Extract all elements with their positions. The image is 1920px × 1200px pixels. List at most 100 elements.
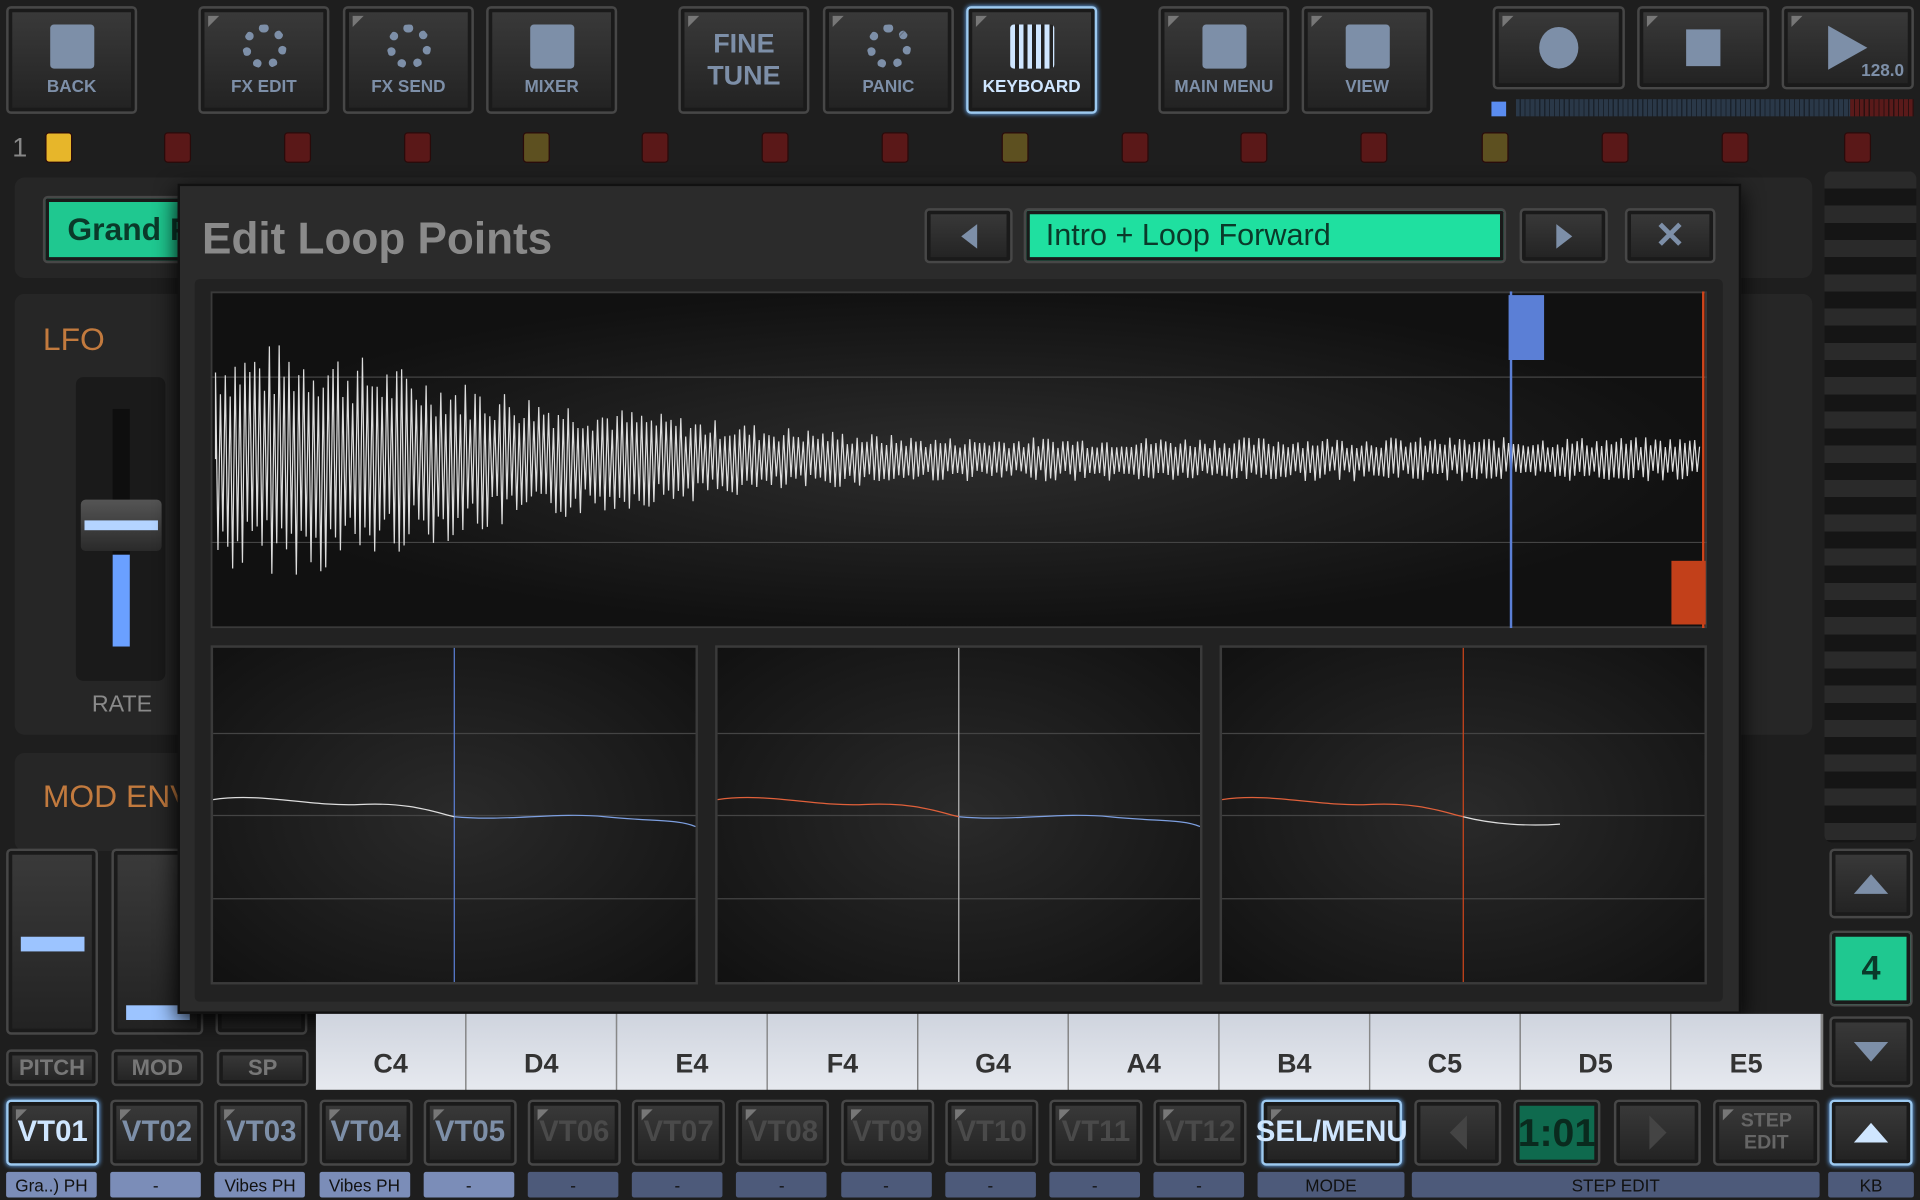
record-button[interactable] bbox=[1492, 6, 1625, 90]
piano-key-d4[interactable]: D4 bbox=[466, 1013, 618, 1090]
view-label: VIEW bbox=[1345, 75, 1390, 96]
track-mute-12[interactable] bbox=[1360, 132, 1388, 163]
track-mute-7[interactable] bbox=[761, 132, 789, 163]
loop-mode-select[interactable]: Intro + Loop Forward bbox=[1023, 208, 1507, 264]
voice-vt07-button[interactable]: VT07 bbox=[632, 1099, 726, 1166]
loop-end-zoom[interactable] bbox=[1219, 645, 1707, 985]
wheel-label: MOD bbox=[131, 1054, 184, 1080]
octave-down-button[interactable] bbox=[1829, 1016, 1913, 1088]
close-button[interactable]: ✕ bbox=[1624, 208, 1716, 264]
stop-icon bbox=[1686, 29, 1721, 67]
kb-tag: KB bbox=[1828, 1171, 1914, 1198]
pitch-wheel[interactable] bbox=[6, 848, 98, 1035]
track-mute-6[interactable] bbox=[641, 132, 669, 163]
loop-end-handle[interactable] bbox=[1671, 560, 1706, 625]
fine-tune-button[interactable]: FINE TUNE bbox=[678, 6, 810, 114]
next-step-button[interactable] bbox=[1613, 1099, 1701, 1166]
piano-key-g4[interactable]: G4 bbox=[918, 1013, 1069, 1090]
kb-toggle-button[interactable] bbox=[1829, 1099, 1913, 1166]
triangle-right-icon bbox=[1648, 1115, 1666, 1150]
step-edit-button[interactable]: STEP EDIT bbox=[1713, 1099, 1820, 1166]
octave-up-button[interactable] bbox=[1829, 848, 1913, 919]
piano-key-c5[interactable]: C5 bbox=[1370, 1013, 1521, 1090]
track-mute-16[interactable] bbox=[1844, 132, 1872, 163]
step-edit-tag: STEP EDIT bbox=[1411, 1171, 1820, 1198]
key-label: F4 bbox=[826, 1048, 859, 1079]
loop-start-zoom[interactable] bbox=[210, 645, 698, 985]
sel-menu-button[interactable]: SEL/MENU bbox=[1256, 1099, 1408, 1166]
piano-key-e4[interactable]: E4 bbox=[617, 1013, 768, 1090]
pitch-label-button[interactable]: PITCH bbox=[6, 1049, 98, 1087]
piano-key-e5[interactable]: E5 bbox=[1671, 1013, 1823, 1090]
track-mute-14[interactable] bbox=[1601, 132, 1629, 163]
track-mute-1[interactable] bbox=[45, 132, 73, 163]
loop-crossfade-zoom[interactable] bbox=[715, 645, 1203, 985]
track-mute-8[interactable] bbox=[881, 132, 909, 163]
track-mute-3[interactable] bbox=[284, 132, 312, 163]
voice-vt04-button[interactable]: VT04 bbox=[319, 1099, 413, 1166]
fx-edit-button[interactable]: FX EDIT bbox=[198, 6, 330, 114]
key-label: D4 bbox=[524, 1048, 559, 1079]
loop-mode-value: Intro + Loop Forward bbox=[1045, 217, 1331, 253]
track-mute-9[interactable] bbox=[1001, 132, 1029, 163]
voice-vt02-button[interactable]: VT02 bbox=[110, 1099, 204, 1166]
mixer-button[interactable]: MIXER bbox=[486, 6, 618, 114]
voice-preset-tag: - bbox=[1049, 1171, 1141, 1198]
play-button[interactable]: 128.0 bbox=[1781, 6, 1914, 90]
piano-key-f4[interactable]: F4 bbox=[767, 1013, 919, 1090]
prev-mode-button[interactable] bbox=[924, 208, 1013, 264]
voice-label: VT10 bbox=[956, 1115, 1027, 1149]
track-mute-4[interactable] bbox=[404, 132, 432, 163]
mod-label-button[interactable]: MOD bbox=[111, 1049, 204, 1087]
track-mute-11[interactable] bbox=[1240, 132, 1268, 163]
panic-button[interactable]: PANIC bbox=[822, 6, 954, 114]
view-button[interactable]: VIEW bbox=[1301, 6, 1433, 114]
track-number: 1 bbox=[12, 132, 28, 163]
voice-vt06-button[interactable]: VT06 bbox=[527, 1099, 621, 1166]
main-menu-button[interactable]: MAIN MENU bbox=[1158, 6, 1290, 114]
next-mode-button[interactable] bbox=[1519, 208, 1608, 264]
piano-key-d5[interactable]: D5 bbox=[1520, 1013, 1672, 1090]
stop-button[interactable] bbox=[1637, 6, 1770, 90]
piano-key-c4[interactable]: C4 bbox=[315, 1013, 467, 1090]
track-mute-13[interactable] bbox=[1481, 132, 1509, 163]
voice-vt08-button[interactable]: VT08 bbox=[736, 1099, 830, 1166]
track-mute-2[interactable] bbox=[164, 132, 192, 163]
wheel-label: SP bbox=[247, 1054, 278, 1080]
drawer-icon bbox=[1201, 24, 1246, 69]
slider-handle[interactable] bbox=[80, 499, 162, 552]
voice-vt05-button[interactable]: VT05 bbox=[423, 1099, 517, 1166]
voice-vt10-button[interactable]: VT10 bbox=[945, 1099, 1039, 1166]
triangle-up-icon bbox=[1853, 1122, 1889, 1143]
voice-label: VT01 bbox=[17, 1115, 88, 1149]
fine-tune-label: FINE TUNE bbox=[707, 28, 781, 91]
back-button[interactable]: BACK bbox=[6, 6, 138, 114]
key-label: G4 bbox=[975, 1048, 1012, 1079]
piano-key-b4[interactable]: B4 bbox=[1219, 1013, 1371, 1090]
lfo-rate-slider[interactable] bbox=[75, 377, 166, 681]
voice-vt03-button[interactable]: VT03 bbox=[214, 1099, 308, 1166]
level-meter bbox=[1491, 99, 1914, 117]
voice-vt11-button[interactable]: VT11 bbox=[1049, 1099, 1143, 1166]
voice-vt01-button[interactable]: VT01 bbox=[6, 1099, 100, 1166]
voice-label: VT02 bbox=[121, 1115, 193, 1149]
preset-label: Grand P bbox=[67, 210, 192, 248]
scroll-strip[interactable] bbox=[1824, 171, 1917, 843]
waveform-view[interactable] bbox=[210, 291, 1707, 629]
track-mute-10[interactable] bbox=[1121, 132, 1149, 163]
voice-vt09-button[interactable]: VT09 bbox=[840, 1099, 934, 1166]
voice-vt12-button[interactable]: VT12 bbox=[1153, 1099, 1247, 1166]
sp-label-button[interactable]: SP bbox=[216, 1049, 309, 1087]
voice-label: VT12 bbox=[1165, 1115, 1236, 1149]
fx-send-button[interactable]: FX SEND bbox=[342, 6, 474, 114]
loop-start-handle[interactable] bbox=[1508, 295, 1545, 361]
keyboard-button[interactable]: KEYBOARD bbox=[966, 6, 1098, 114]
sel-menu-label: SEL/MENU bbox=[1255, 1115, 1408, 1149]
track-mute-5[interactable] bbox=[522, 132, 550, 163]
voice-label: VT06 bbox=[539, 1115, 610, 1149]
piano-key-a4[interactable]: A4 bbox=[1068, 1013, 1220, 1090]
prev-step-button[interactable] bbox=[1414, 1099, 1502, 1166]
track-mute-15[interactable] bbox=[1721, 132, 1749, 163]
lfo-title: LFO bbox=[42, 320, 105, 358]
voice-label: VT04 bbox=[330, 1115, 401, 1149]
